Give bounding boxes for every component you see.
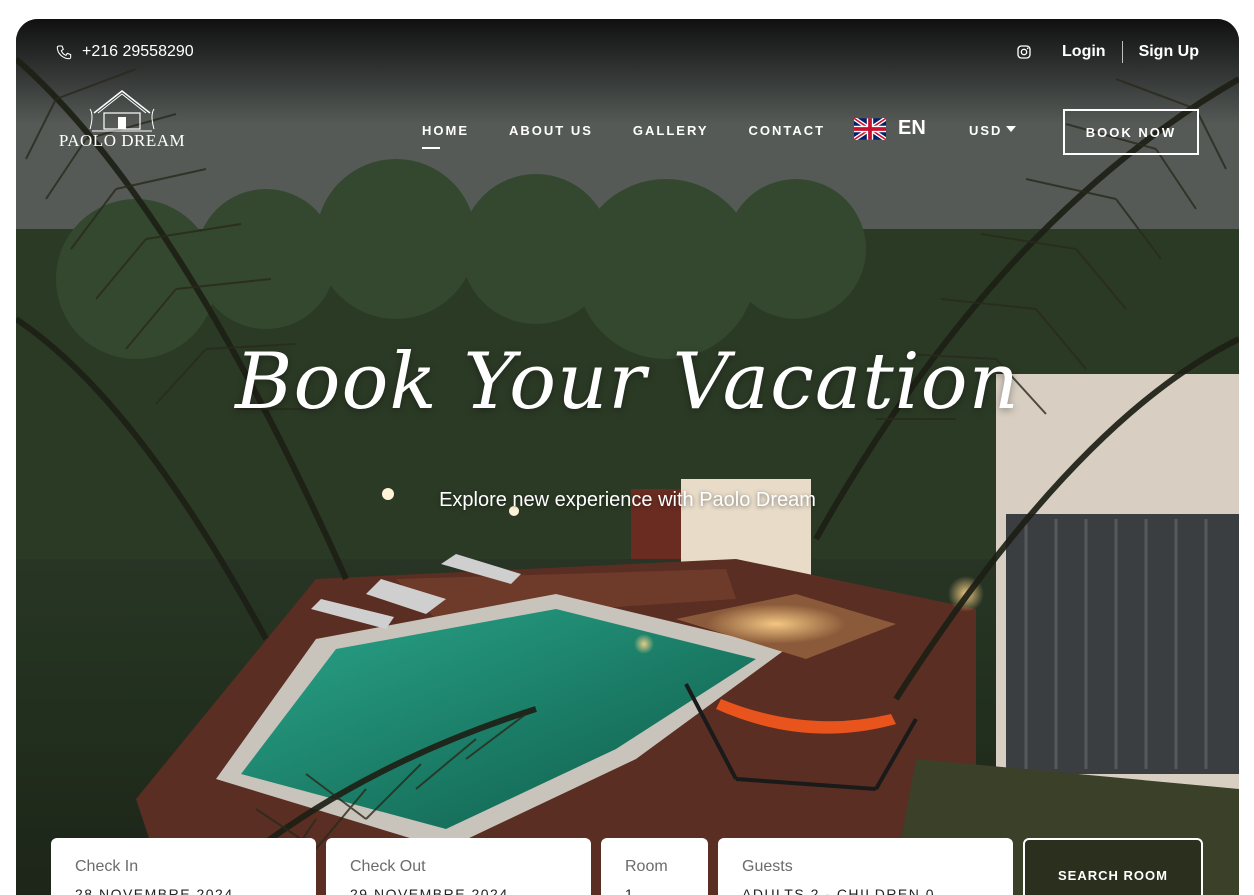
hero-section: +216 29558290 Login Sign Up PAOLO DREAM … [16,19,1239,895]
checkout-field[interactable]: Check Out 29 NOVEMBRE 2024 ⌄ [326,838,591,895]
chevron-down-icon: ⌄ [552,886,567,895]
uk-flag-icon [854,117,886,140]
phone-number: +216 29558290 [82,43,194,60]
hut-logo-icon [89,90,155,132]
chevron-down-icon: ⌄ [669,886,684,895]
checkin-field[interactable]: Check In 28 NOVEMBRE 2024 ⌄ [51,838,316,895]
guests-field[interactable]: Guests ADULTS 2 - CHILDREN 0 ⌄ [718,838,1013,895]
room-label: Room [625,858,668,875]
phone-contact[interactable]: +216 29558290 [56,43,194,61]
logo-text: PAOLO DREAM [58,131,186,150]
currency-code: USD [969,123,1003,138]
guests-label: Guests [742,858,793,875]
nav-home[interactable]: HOME [422,123,469,149]
checkout-value: 29 NOVEMBRE 2024 [350,886,509,895]
divider [1121,41,1123,63]
resort-pool-background [16,19,1239,895]
hero-subline: Explore new experience with Paolo Dream [439,489,816,511]
room-field[interactable]: Room 1 ⌄ [601,838,708,895]
caret-down-icon [1006,126,1017,132]
language-selector[interactable]: EN [854,117,926,140]
nav-contact[interactable]: CONTACT [749,123,826,138]
checkin-label: Check In [75,858,139,875]
signup-link[interactable]: Sign Up [1139,43,1199,61]
hero-headline: Book Your Vacation [235,337,1020,427]
nav-about-us[interactable]: ABOUT US [509,123,593,138]
checkin-value: 28 NOVEMBRE 2024 [75,886,234,895]
logo[interactable]: PAOLO DREAM [56,85,188,151]
checkout-label: Check Out [350,858,426,875]
chevron-down-icon: ⌄ [277,886,292,895]
guests-value: ADULTS 2 - CHILDREN 0 [742,886,936,895]
search-room-button[interactable]: SEARCH ROOM [1023,838,1203,895]
chevron-down-icon: ⌄ [974,886,989,895]
room-value: 1 [625,886,635,895]
phone-icon [56,45,72,60]
language-code: EN [898,117,926,139]
book-now-button[interactable]: BOOK NOW [1063,109,1199,155]
currency-selector[interactable]: USD [969,123,1017,138]
instagram-icon[interactable] [1016,44,1032,60]
main-nav: HOME ABOUT US GALLERY CONTACT [422,123,826,149]
nav-gallery[interactable]: GALLERY [633,123,709,138]
login-link[interactable]: Login [1062,43,1106,61]
